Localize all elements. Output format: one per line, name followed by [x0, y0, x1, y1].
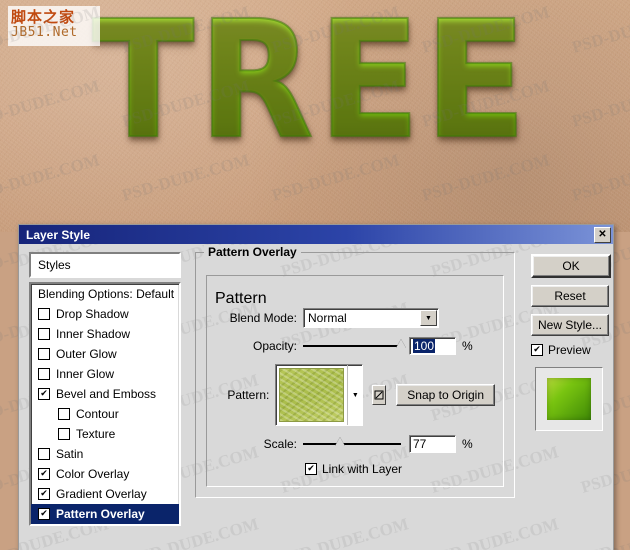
link-with-layer-label: Link with Layer — [322, 462, 403, 476]
pattern-overlay-group-title: Pattern Overlay — [204, 245, 301, 259]
pattern-subgroup-title: Pattern — [215, 290, 267, 307]
opacity-value: 100 — [413, 339, 436, 353]
link-with-layer-row[interactable]: ✔ Link with Layer — [305, 462, 495, 476]
checkbox-icon[interactable] — [38, 308, 50, 320]
pattern-swatch[interactable] — [279, 368, 345, 422]
scale-slider[interactable] — [303, 437, 401, 451]
reset-button[interactable]: Reset — [531, 285, 609, 307]
styles-item-label: Bevel and Emboss — [56, 387, 157, 401]
styles-header-box[interactable]: Styles — [29, 252, 181, 278]
new-pattern-icon[interactable] — [372, 385, 387, 405]
styles-item-inner-shadow[interactable]: Inner Shadow — [31, 324, 179, 344]
checkbox-icon[interactable] — [38, 448, 50, 460]
pattern-overlay-panel: Pattern Overlay Pattern Blend Mode: Norm… — [195, 245, 515, 498]
dialog-title: Layer Style — [26, 227, 91, 242]
link-with-layer-checkbox[interactable]: ✔ Link with Layer — [305, 462, 402, 476]
styles-item-label: Texture — [76, 427, 116, 441]
preview-swatch — [547, 378, 591, 420]
screenshot-root: TREE TREE 脚本之家 JB51.Net PSD-DUDE.COMPSD-… — [0, 0, 630, 550]
checkbox-icon[interactable] — [38, 348, 50, 360]
ok-button[interactable]: OK — [531, 254, 611, 278]
preview-label: Preview — [548, 343, 591, 357]
styles-item-label: Blending Options: Default — [38, 287, 175, 301]
pattern-row: Pattern: ▼ Snap to Origin — [215, 364, 495, 426]
pattern-label: Pattern: — [227, 388, 270, 402]
blend-mode-label: Blend Mode: — [229, 311, 297, 325]
opacity-slider[interactable] — [303, 339, 406, 353]
pattern-picker[interactable]: ▼ — [275, 364, 364, 426]
dialog-button-column: OK Reset New Style... ✔ Preview — [531, 254, 611, 431]
styles-item-label: Drop Shadow — [56, 307, 129, 321]
dialog-body: PSD-DUDE.COM PSD-DUDE.COM PSD-DUDE.COM PSD-… — [19, 244, 613, 550]
styles-item-blending-options[interactable]: Blending Options: Default — [31, 284, 179, 304]
pattern-subgroup: Pattern Blend Mode: Normal ▼ Opacity: 10… — [206, 275, 504, 487]
styles-item-contour[interactable]: Contour — [31, 404, 179, 424]
blend-mode-value: Normal — [308, 311, 347, 325]
chevron-down-icon[interactable]: ▼ — [420, 310, 437, 326]
styles-item-gradient-overlay[interactable]: ✔ Gradient Overlay — [31, 484, 179, 504]
watermark-text: PSD-DUDE.COM — [578, 514, 613, 550]
site-watermark-en: JB51.Net — [11, 25, 78, 40]
styles-item-label: Inner Shadow — [56, 327, 131, 341]
checkbox-icon[interactable]: ✔ — [531, 344, 543, 356]
checkbox-icon[interactable]: ✔ — [38, 508, 50, 520]
pattern-chevron-down-icon[interactable]: ▼ — [347, 365, 362, 425]
watermark-text: PSD-DUDE.COM — [278, 514, 411, 550]
styles-item-label: Color Overlay — [56, 467, 130, 481]
checkbox-icon[interactable]: ✔ — [38, 388, 50, 400]
watermark-text: PSD-DUDE.COM — [428, 514, 561, 550]
style-preview-thumbnail — [535, 367, 603, 431]
styles-item-label: Contour — [76, 407, 119, 421]
tree-headline-text: TREE — [92, 0, 531, 175]
styles-column: Styles Blending Options: Default Drop Sh… — [29, 252, 181, 526]
scale-row: Scale: 77 % — [215, 435, 495, 453]
checkbox-icon[interactable]: ✔ — [38, 468, 50, 480]
styles-item-label: Pattern Overlay — [56, 507, 145, 521]
checkbox-icon[interactable] — [58, 408, 70, 420]
styles-item-label: Outer Glow — [56, 347, 117, 361]
watermark-text: PSD-DUDE.COM — [578, 442, 613, 497]
scale-slider-track — [303, 443, 401, 445]
styles-item-label: Gradient Overlay — [56, 487, 147, 501]
scale-unit: % — [462, 437, 473, 451]
blend-mode-row: Blend Mode: Normal ▼ — [215, 308, 495, 328]
opacity-row: Opacity: 100 % — [215, 337, 495, 355]
preview-checkbox[interactable]: ✔ Preview — [531, 343, 607, 357]
opacity-label: Opacity: — [252, 339, 297, 353]
checkbox-icon[interactable] — [38, 328, 50, 340]
styles-item-bevel-and-emboss[interactable]: ✔ Bevel and Emboss — [31, 384, 179, 404]
checkbox-icon[interactable]: ✔ — [38, 488, 50, 500]
styles-item-drop-shadow[interactable]: Drop Shadow — [31, 304, 179, 324]
styles-item-inner-glow[interactable]: Inner Glow — [31, 364, 179, 384]
styles-item-color-overlay[interactable]: ✔ Color Overlay — [31, 464, 179, 484]
site-watermark-cn: 脚本之家 — [11, 8, 76, 26]
close-icon[interactable]: ✕ — [594, 226, 611, 243]
background-photo: TREE TREE 脚本之家 JB51.Net — [0, 0, 630, 232]
styles-header-label: Styles — [31, 254, 179, 276]
checkbox-icon[interactable] — [58, 428, 70, 440]
scale-input[interactable]: 77 — [409, 435, 456, 453]
styles-item-outer-glow[interactable]: Outer Glow — [31, 344, 179, 364]
styles-item-satin[interactable]: Satin — [31, 444, 179, 464]
checkbox-icon[interactable] — [38, 368, 50, 380]
new-style-button[interactable]: New Style... — [531, 314, 609, 336]
opacity-input[interactable]: 100 — [409, 337, 456, 355]
layer-style-dialog: Layer Style ✕ PSD-DUDE.COM PSD-DUDE.COM PS… — [18, 224, 614, 550]
dialog-titlebar: Layer Style ✕ — [19, 225, 613, 244]
styles-item-texture[interactable]: Texture — [31, 424, 179, 444]
styles-item-label: Inner Glow — [56, 367, 115, 381]
opacity-unit: % — [462, 339, 473, 353]
blend-mode-select[interactable]: Normal ▼ — [303, 308, 439, 328]
pattern-overlay-group: Pattern Overlay Pattern Blend Mode: Norm… — [195, 245, 515, 498]
checkbox-icon[interactable]: ✔ — [305, 463, 317, 475]
scale-slider-thumb[interactable] — [335, 437, 346, 448]
styles-item-pattern-overlay[interactable]: ✔ Pattern Overlay — [31, 504, 179, 524]
opacity-slider-track — [303, 345, 401, 347]
scale-label: Scale: — [263, 437, 297, 451]
opacity-slider-thumb[interactable] — [396, 339, 407, 350]
scale-value: 77 — [413, 437, 427, 451]
snap-to-origin-button[interactable]: Snap to Origin — [396, 384, 495, 406]
styles-list: Blending Options: Default Drop Shadow Inn… — [29, 282, 181, 526]
styles-item-label: Satin — [56, 447, 84, 461]
